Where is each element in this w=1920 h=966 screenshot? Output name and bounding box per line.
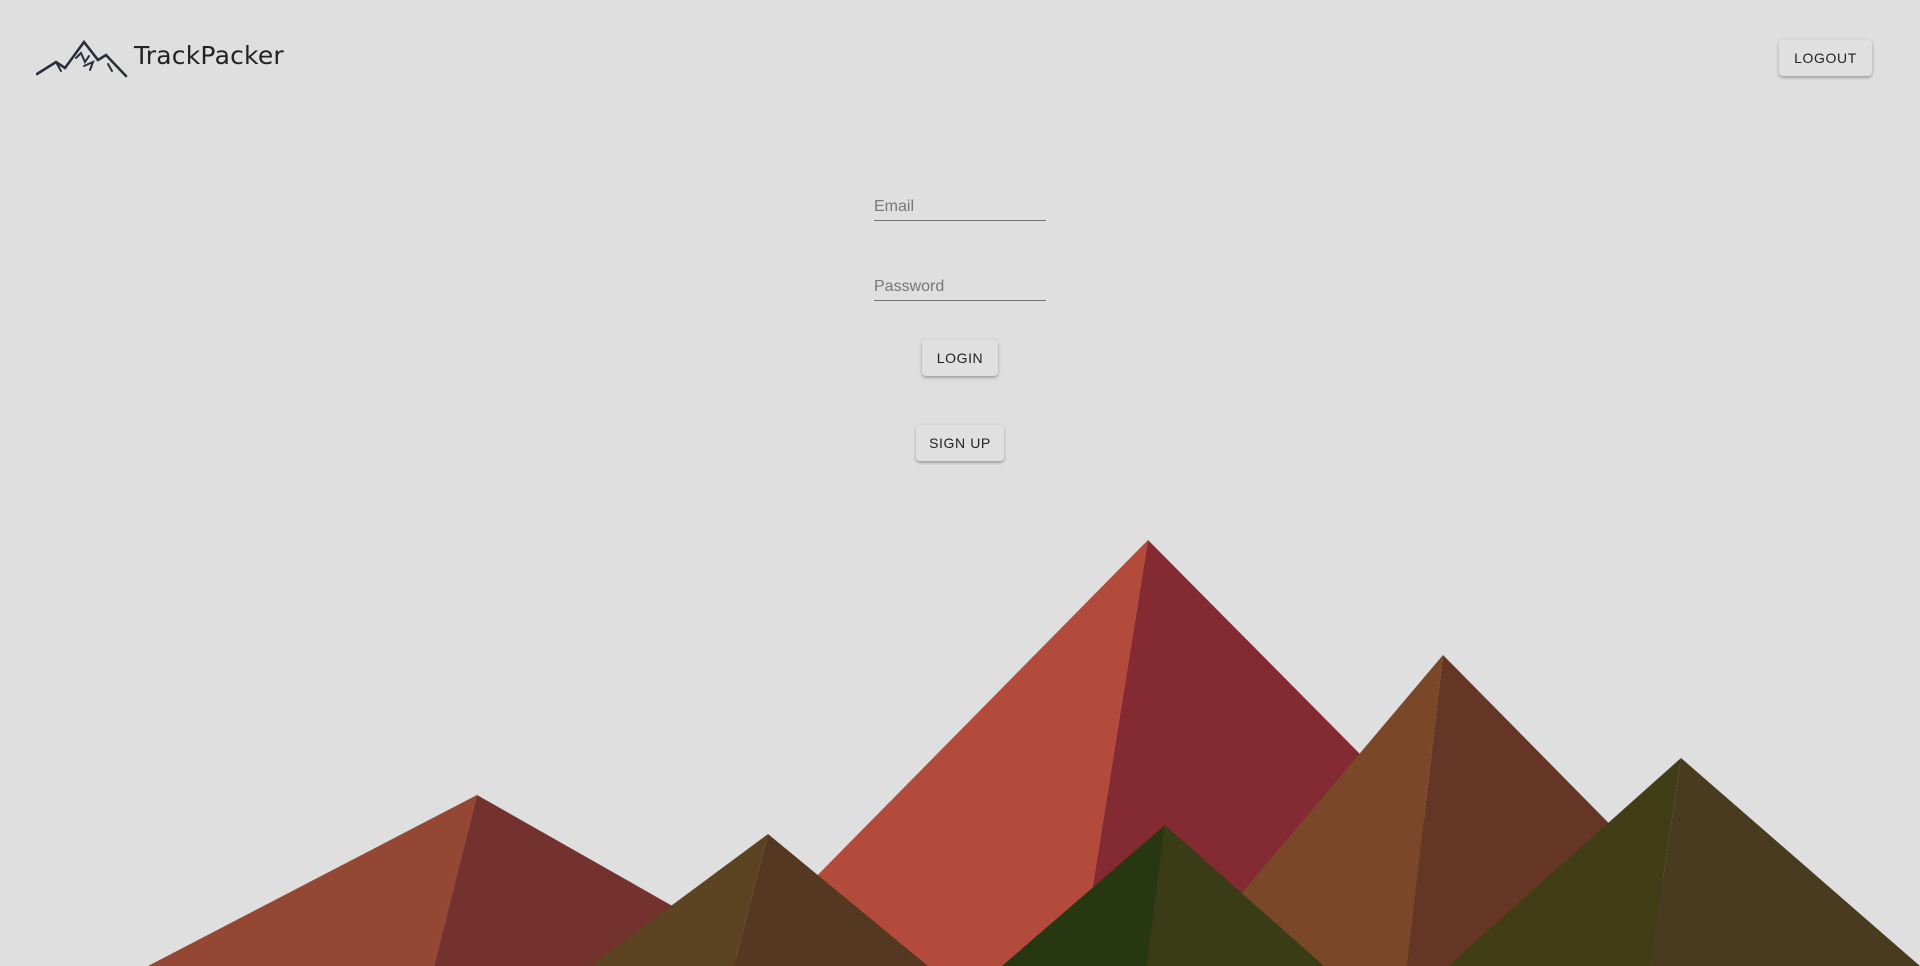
logout-button[interactable]: LOGOUT	[1779, 40, 1872, 76]
mountain-green-center-dark-face	[1147, 825, 1324, 966]
password-field-container	[874, 260, 1046, 301]
mountain-brown-right	[1180, 655, 1720, 966]
mountain-rust-left-dark-face	[434, 795, 720, 966]
mountain-green-center	[1002, 825, 1324, 966]
mountain-red-center-light-face	[728, 540, 1148, 966]
login-button[interactable]: LOGIN	[922, 340, 998, 376]
mountain-brown-right-dark-face	[1407, 655, 1720, 966]
app-header: TrackPacker LOGOUT	[0, 0, 1920, 116]
login-page: TrackPacker LOGOUT LOGIN SIGN UP	[0, 0, 1920, 966]
password-field[interactable]	[874, 278, 1046, 296]
mountain-green-center-light-face	[1002, 825, 1165, 966]
mountain-olive-right	[1448, 758, 1920, 966]
mountain-red-center	[728, 540, 1460, 966]
email-field-container	[874, 180, 1046, 221]
brand-name: TrackPacker	[134, 40, 284, 70]
mountain-brown-right-light-face	[1180, 655, 1443, 966]
mountain-rust-left	[148, 795, 720, 966]
mountain-background	[148, 540, 1920, 966]
mountain-rust-left-light-face	[148, 795, 477, 966]
mountain-red-center-dark-face	[1080, 540, 1460, 966]
mountain-olive-right-light-face	[1448, 758, 1681, 966]
email-field[interactable]	[874, 198, 1046, 216]
mountain-ochre-left-dark-face	[734, 834, 928, 966]
mountain-ochre-left-light-face	[590, 834, 768, 966]
sign-up-button[interactable]: SIGN UP	[916, 425, 1004, 461]
mountain-ochre-left	[590, 834, 928, 966]
brand-home-link[interactable]: TrackPacker	[36, 38, 284, 78]
mountain-olive-right-dark-face	[1650, 758, 1920, 966]
mountain-logo-icon	[36, 39, 128, 78]
